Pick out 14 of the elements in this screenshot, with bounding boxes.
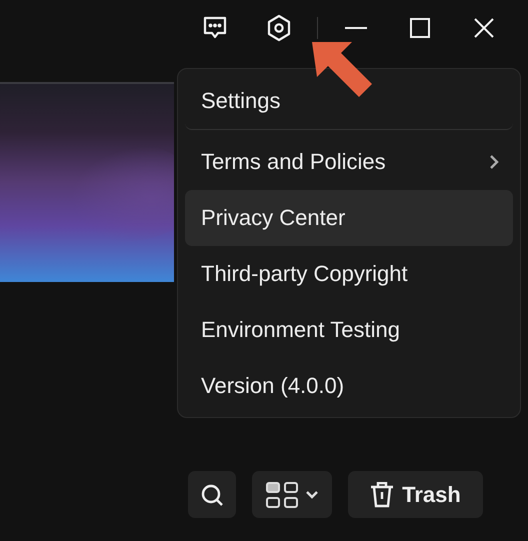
grid-icon (266, 482, 298, 508)
chevron-right-icon (490, 155, 499, 169)
search-button[interactable] (188, 471, 236, 518)
menu-item[interactable]: Privacy Center (185, 190, 513, 246)
view-toggle-button[interactable] (252, 471, 332, 518)
menu-item[interactable]: Environment Testing (185, 302, 513, 358)
caret-icon (306, 490, 318, 498)
menu-item[interactable]: Version (4.0.0) (185, 358, 513, 414)
trash-button[interactable]: Trash (348, 471, 483, 518)
trash-icon (370, 482, 394, 508)
menu-item[interactable]: Third-party Copyright (185, 246, 513, 302)
search-icon (200, 482, 224, 506)
menu-item[interactable]: Terms and Policies (185, 134, 513, 190)
pointer-arrow-icon (310, 40, 374, 98)
